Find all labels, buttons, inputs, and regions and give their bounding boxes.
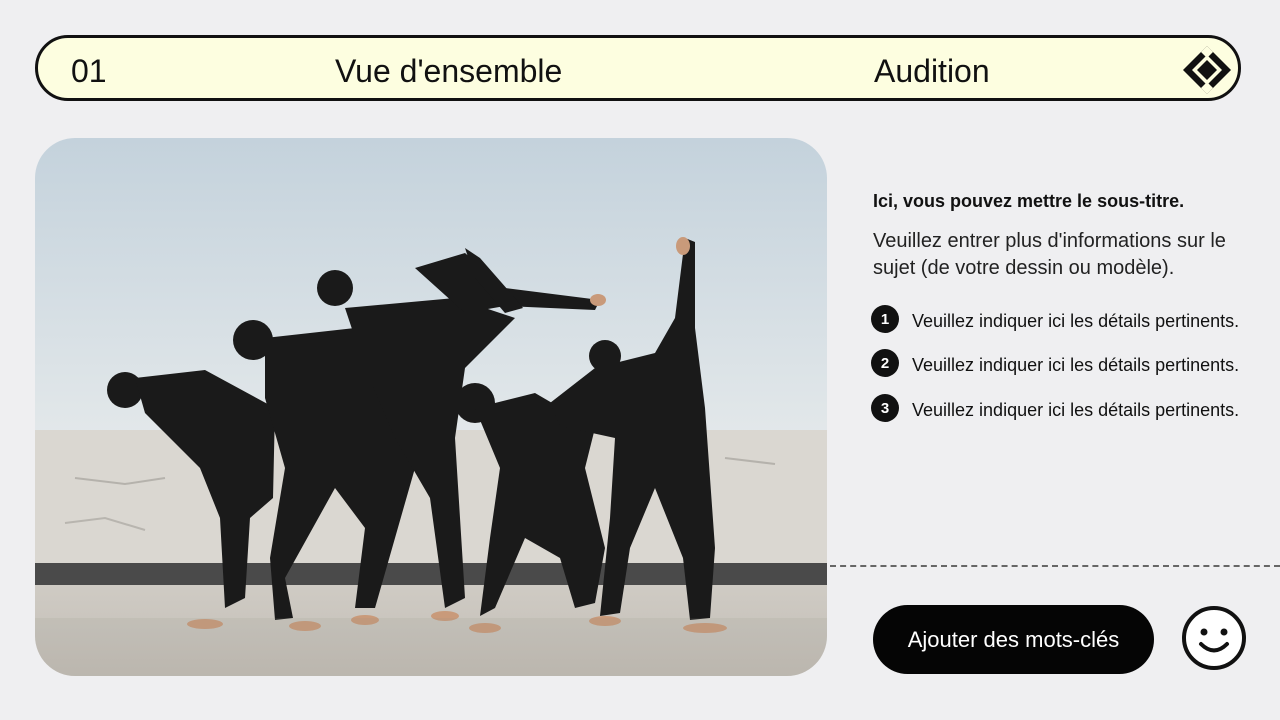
number-badge: 3 [871, 394, 899, 422]
dancers-photo [35, 138, 827, 676]
description: Veuillez entrer plus d'informations sur … [873, 230, 1226, 279]
list-item-text: Veuillez indiquer ici les détails pertin… [912, 355, 1240, 375]
number-badge: 1 [871, 305, 899, 333]
list-item-text: Veuillez indiquer ici les détails pertin… [912, 400, 1240, 420]
dashed-divider [830, 565, 1280, 567]
section-label: Audition [874, 53, 990, 89]
add-keywords-button[interactable]: Ajouter des mots-clés [873, 605, 1154, 674]
list-item: 3 Veuillez indiquer ici les détails pert… [871, 394, 1280, 422]
smiley-icon [1182, 606, 1246, 670]
diamond-logo-icon [1183, 46, 1231, 94]
subtitle: Ici, vous pouvez mettre le sous-titre. [873, 191, 1185, 211]
list-item-text: Veuillez indiquer ici les détails pertin… [912, 311, 1240, 331]
page-title: Vue d'ensemble [335, 53, 563, 89]
slide-number: 01 [71, 53, 107, 89]
list-item: 1 Veuillez indiquer ici les détails pert… [871, 305, 1280, 333]
number-badge: 2 [871, 349, 899, 377]
list-item: 2 Veuillez indiquer ici les détails pert… [871, 349, 1280, 377]
header-bar: 01 Vue d'ensemble Audition [35, 35, 1241, 101]
